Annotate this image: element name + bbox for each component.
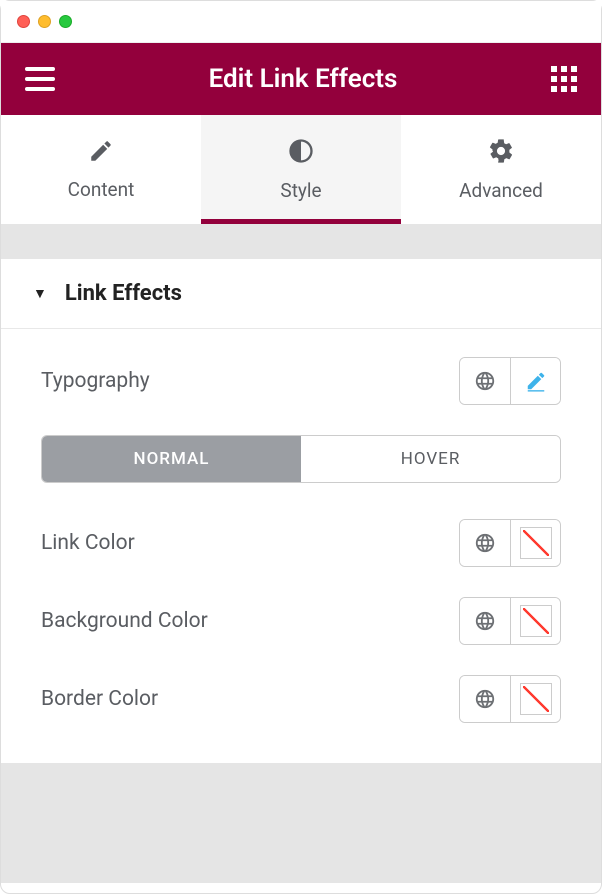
globe-button[interactable]: [460, 676, 510, 722]
color-swatch-empty: [520, 605, 552, 637]
caret-down-icon: ▼: [33, 285, 47, 302]
typography-label: Typography: [41, 369, 150, 393]
link-color-row: Link Color: [41, 519, 561, 567]
gear-icon: [487, 137, 515, 169]
border-color-row: Border Color: [41, 675, 561, 723]
tab-advanced-label: Advanced: [459, 179, 543, 202]
state-toggle: NORMAL HOVER: [41, 435, 561, 483]
apps-button[interactable]: [551, 66, 577, 92]
panel-footer: [1, 763, 601, 883]
tab-style-label: Style: [280, 179, 321, 202]
globe-icon: [474, 532, 496, 554]
pencil-icon: [525, 370, 547, 392]
globe-button[interactable]: [460, 358, 510, 404]
typography-row: Typography: [41, 357, 561, 405]
window-titlebar: [1, 1, 601, 43]
minimize-window[interactable]: [38, 15, 51, 28]
color-swatch-empty: [520, 527, 552, 559]
close-window[interactable]: [17, 15, 30, 28]
globe-icon: [474, 370, 496, 392]
pencil-icon: [88, 138, 114, 168]
border-color-picker[interactable]: [510, 676, 560, 722]
globe-icon: [474, 688, 496, 710]
link-color-picker[interactable]: [510, 520, 560, 566]
globe-icon: [474, 610, 496, 632]
border-color-label: Border Color: [41, 687, 158, 711]
tab-content-label: Content: [68, 178, 135, 201]
menu-button[interactable]: [25, 67, 55, 91]
link-color-label: Link Color: [41, 531, 135, 555]
globe-button[interactable]: [460, 520, 510, 566]
background-color-label: Background Color: [41, 609, 208, 633]
panel-body: Typography NORMAL HOVER Link Color: [1, 329, 601, 763]
panel-header: Edit Link Effects: [1, 43, 601, 115]
background-color-controls: [459, 597, 561, 645]
tab-style[interactable]: Style: [201, 115, 401, 224]
section-toggle[interactable]: ▼ Link Effects: [1, 259, 601, 329]
maximize-window[interactable]: [59, 15, 72, 28]
state-hover[interactable]: HOVER: [301, 436, 560, 482]
globe-button[interactable]: [460, 598, 510, 644]
section-title: Link Effects: [65, 281, 182, 306]
background-color-row: Background Color: [41, 597, 561, 645]
tab-content[interactable]: Content: [1, 115, 201, 224]
tab-advanced[interactable]: Advanced: [401, 115, 601, 224]
color-swatch-empty: [520, 683, 552, 715]
contrast-icon: [287, 137, 315, 169]
typography-controls: [459, 357, 561, 405]
tab-bar: Content Style Advanced: [1, 115, 601, 225]
background-color-picker[interactable]: [510, 598, 560, 644]
state-normal[interactable]: NORMAL: [42, 436, 301, 482]
link-color-controls: [459, 519, 561, 567]
spacer: [1, 225, 601, 259]
edit-typography-button[interactable]: [510, 358, 560, 404]
border-color-controls: [459, 675, 561, 723]
panel-title: Edit Link Effects: [55, 64, 551, 94]
